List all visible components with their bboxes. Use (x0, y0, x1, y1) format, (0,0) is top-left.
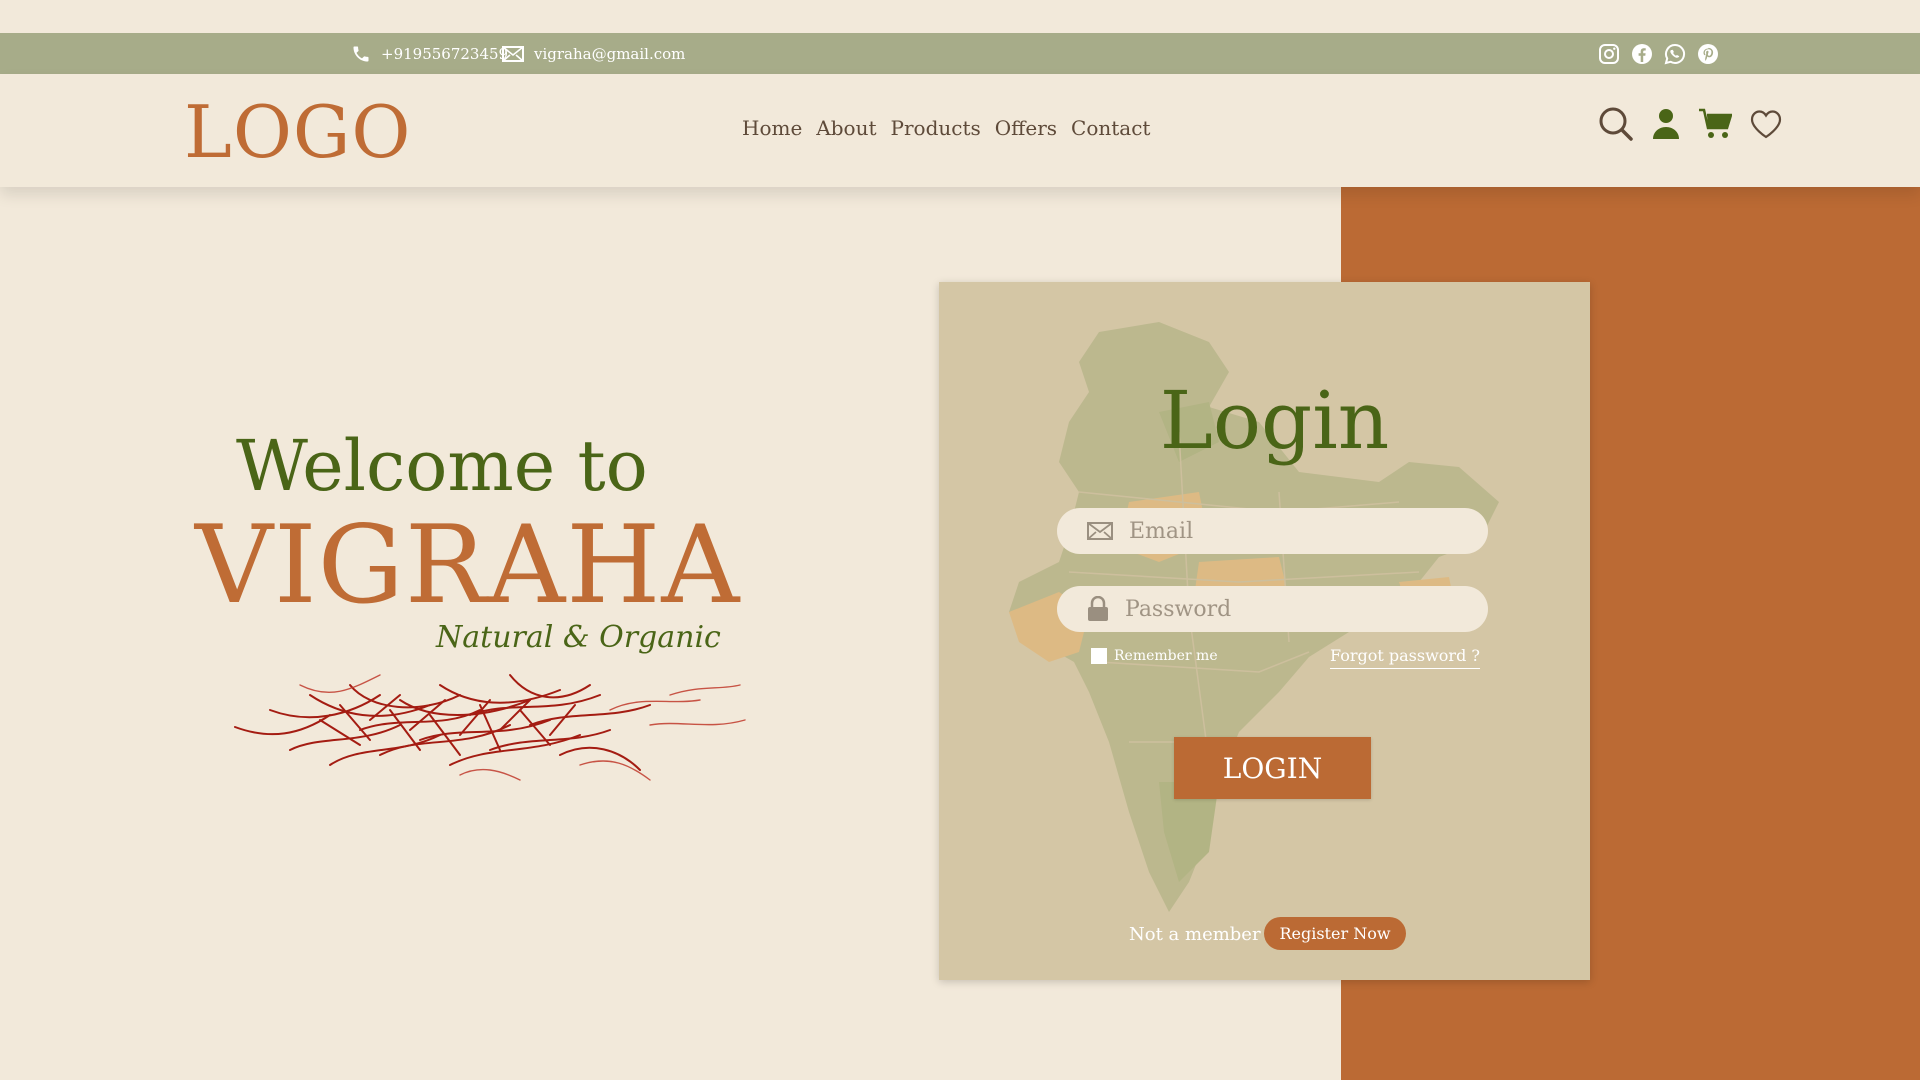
social-links (1597, 33, 1720, 74)
hero-welcome: Welcome to (236, 425, 648, 507)
site-header: LOGO Home About Products Offers Contact (0, 74, 1920, 187)
email-field-wrapper (1057, 508, 1488, 554)
heart-icon[interactable] (1750, 109, 1782, 139)
hero-brand: VIGRAHA (195, 503, 741, 628)
password-field-wrapper (1057, 586, 1488, 632)
top-contact-bar: +919556723459 vigraha@gmail.com (0, 33, 1920, 74)
nav-item-about[interactable]: About (816, 116, 876, 140)
site-logo[interactable]: LOGO (184, 96, 411, 168)
instagram-icon[interactable] (1597, 42, 1621, 66)
nav-item-home[interactable]: Home (742, 116, 802, 140)
forgot-password-link[interactable]: Forgot password ? (1330, 646, 1480, 669)
phone-number: +919556723459 (381, 44, 509, 63)
register-now-button[interactable]: Register Now (1264, 917, 1406, 950)
mail-icon (1087, 522, 1113, 540)
remember-me-checkbox[interactable] (1091, 648, 1107, 664)
phone-contact[interactable]: +919556723459 (351, 33, 508, 74)
cart-icon[interactable] (1698, 108, 1732, 140)
main-nav: Home About Products Offers Contact (742, 116, 1150, 140)
hero-tagline: Natural & Organic (436, 620, 721, 655)
user-icon[interactable] (1652, 108, 1680, 140)
search-icon[interactable] (1598, 106, 1634, 142)
email-input[interactable] (1129, 518, 1469, 544)
remember-me-label: Remember me (1114, 648, 1218, 664)
header-actions (1598, 106, 1782, 142)
nav-item-contact[interactable]: Contact (1071, 116, 1150, 140)
email-contact[interactable]: vigraha@gmail.com (502, 33, 685, 74)
facebook-icon[interactable] (1630, 42, 1654, 66)
email-address: vigraha@gmail.com (534, 44, 686, 63)
remember-me: Remember me (1091, 648, 1218, 664)
login-title: Login (1159, 374, 1390, 467)
nav-item-offers[interactable]: Offers (995, 116, 1057, 140)
lock-icon (1088, 596, 1108, 621)
nav-item-products[interactable]: Products (891, 116, 981, 140)
password-input[interactable] (1125, 596, 1465, 622)
login-card: Login Remember me Forgot password ? LOGI… (939, 282, 1590, 980)
whatsapp-icon[interactable] (1663, 42, 1687, 66)
pinterest-icon[interactable] (1696, 42, 1720, 66)
mail-icon (502, 45, 524, 62)
login-button[interactable]: LOGIN (1174, 737, 1371, 799)
not-member-text: Not a member ? (1129, 924, 1276, 945)
saffron-image (234, 674, 746, 781)
phone-icon (353, 46, 369, 61)
